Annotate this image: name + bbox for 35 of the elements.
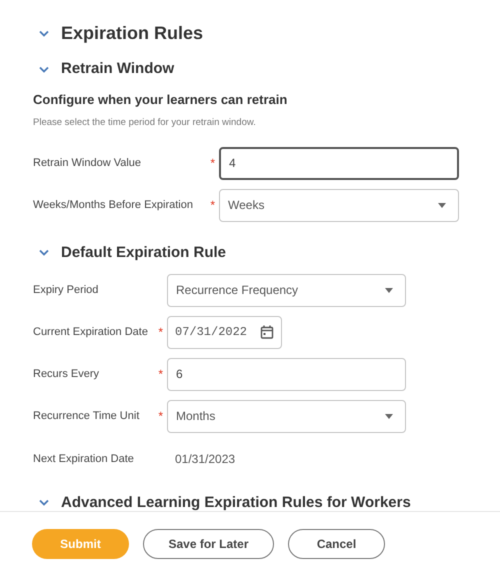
section-heading: Advanced Learning Expiration Rules for Workers (61, 492, 411, 511)
dropdown-arrow-icon (385, 288, 393, 293)
text-field[interactable]: 4 (219, 146, 459, 180)
chevron-down-icon[interactable] (39, 30, 49, 36)
dropdown-field[interactable]: Recurrence Frequency (167, 274, 406, 307)
calendar-icon[interactable] (260, 325, 274, 340)
section-heading: Retrain Window (61, 59, 174, 79)
field-label: Recurs Every (33, 367, 100, 382)
field-label: Retrain Window Value (33, 156, 142, 171)
field-label: Current Expiration Date (33, 325, 148, 340)
chevron-down-icon[interactable] (39, 499, 49, 506)
field-label: Weeks/Months Before Expiration (33, 198, 193, 213)
dropdown-arrow-icon (438, 202, 446, 208)
date-field[interactable]: 07/31/2022 (167, 316, 282, 349)
dropdown-field[interactable]: Weeks (219, 188, 459, 222)
required-mark: * (158, 324, 163, 342)
dropdown-arrow-icon (385, 414, 393, 419)
field-label: Expiry Period (33, 283, 98, 298)
dropdown-field[interactable]: Months (167, 400, 406, 433)
required-mark: * (158, 366, 163, 384)
chevron-down-icon[interactable] (39, 66, 49, 72)
help-text: Please select the time period for your retrain window. (32, 116, 257, 130)
field-value: 01/31/2023 (174, 450, 236, 468)
section-heading: Default Expiration Rule (61, 242, 226, 263)
section-heading: Expiration Rules (61, 22, 204, 44)
form-button[interactable]: Cancel (288, 529, 385, 559)
text-field[interactable]: 6 (167, 358, 406, 391)
required-mark: * (210, 155, 215, 172)
form-button[interactable]: Save for Later (143, 529, 274, 559)
field-label: Recurrence Time Unit (33, 409, 140, 424)
field-label: Next Expiration Date (33, 452, 134, 466)
chevron-down-icon[interactable] (39, 249, 49, 256)
section-subheading: Configure when your learners can retrain (32, 91, 288, 109)
required-mark: * (210, 197, 215, 214)
required-mark: * (158, 408, 163, 426)
